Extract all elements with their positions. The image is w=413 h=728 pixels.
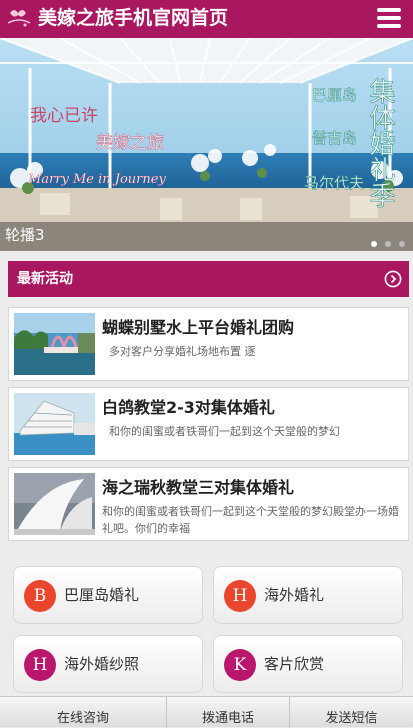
service-label: 客片欣赏 — [264, 655, 325, 673]
activity-card[interactable]: 海之瑞秋教堂三对集体婚礼 和你的闺蜜或者铁哥们一起到这个天堂般的梦幻殿堂办一场婚… — [8, 467, 409, 541]
carousel-dot-1[interactable] — [371, 241, 377, 247]
send-sms-button[interactable]: 发送短信 — [290, 697, 413, 728]
activity-desc: 多对客户分享婚礼场地布置 逐 — [109, 345, 256, 358]
carousel-dots — [371, 232, 413, 251]
service-label: 巴厘岛婚礼 — [64, 586, 140, 604]
activity-thumbnail — [14, 473, 95, 535]
latest-activities-header[interactable]: 最新活动 — [8, 261, 409, 297]
banner-image: 我心已许 美嫁之旅 Marry Me in Journey 巴厘岛 普吉岛 马尔… — [0, 38, 413, 251]
brand-logo[interactable] — [4, 3, 34, 33]
overseas-photo-button[interactable]: H 海外婚纱照 — [13, 635, 203, 693]
banner-text-line3: Marry Me in Journey — [27, 172, 166, 187]
section-title: 最新活动 — [17, 271, 73, 287]
activity-card[interactable]: 蝴蝶别墅水上平台婚礼团购 多对客户分享婚礼场地布置 逐 — [8, 307, 409, 381]
banner-caption: 轮播3 — [5, 226, 45, 244]
menu-icon[interactable] — [377, 8, 401, 28]
letter-h-icon: H — [224, 580, 256, 612]
chevron-right-circle-icon[interactable] — [384, 270, 402, 288]
top-header: 美嫁之旅手机官网首页 — [0, 0, 413, 38]
banner-vertical-text: 集体婚礼季 — [365, 78, 395, 208]
banner-carousel[interactable]: 我心已许 美嫁之旅 Marry Me in Journey 巴厘岛 普吉岛 马尔… — [0, 38, 413, 251]
activity-title: 蝴蝶别墅水上平台婚礼团购 — [102, 318, 295, 337]
banner-text-line1: 我心已许 — [30, 106, 98, 126]
overseas-wedding-button[interactable]: H 海外婚礼 — [213, 566, 403, 624]
service-label: 海外婚礼 — [264, 586, 325, 604]
call-phone-button[interactable]: 拨通电话 — [167, 697, 289, 728]
client-photos-button[interactable]: K 客片欣赏 — [213, 635, 403, 693]
bali-wedding-button[interactable]: B 巴厘岛婚礼 — [13, 566, 203, 624]
banner-place3: 马尔代夫 — [304, 174, 364, 192]
service-label: 海外婚纱照 — [64, 655, 140, 673]
letter-k-icon: K — [224, 649, 256, 681]
letter-h-icon: H — [24, 649, 56, 681]
online-consult-button[interactable]: 在线咨询 — [0, 697, 166, 728]
activity-thumbnail — [14, 313, 95, 375]
activity-desc: 和你的闺蜜或者铁哥们一起到这个天堂般的梦幻 — [109, 425, 340, 438]
banner-place1: 巴厘岛 — [312, 86, 357, 104]
activity-desc: 和你的闺蜜或者铁哥们一起到这个天堂般的梦幻殿堂办一场婚礼吧。你们的幸福 — [102, 505, 399, 535]
letter-b-icon: B — [24, 580, 56, 612]
activity-title: 海之瑞秋教堂三对集体婚礼 — [102, 478, 295, 497]
banner-text-line2: 美嫁之旅 — [96, 133, 164, 153]
bottom-action-bar: 在线咨询 拨通电话 发送短信 — [0, 696, 413, 728]
page-title: 美嫁之旅手机官网首页 — [38, 7, 229, 29]
activity-thumbnail — [14, 393, 95, 455]
carousel-dot-2[interactable] — [385, 241, 391, 247]
carousel-dot-3[interactable] — [399, 241, 405, 247]
activity-card[interactable]: 白鸽教堂2-3对集体婚礼 和你的闺蜜或者铁哥们一起到这个天堂般的梦幻 — [8, 387, 409, 461]
banner-place2: 普吉岛 — [312, 129, 357, 147]
activity-title: 白鸽教堂2-3对集体婚礼 — [102, 398, 275, 417]
